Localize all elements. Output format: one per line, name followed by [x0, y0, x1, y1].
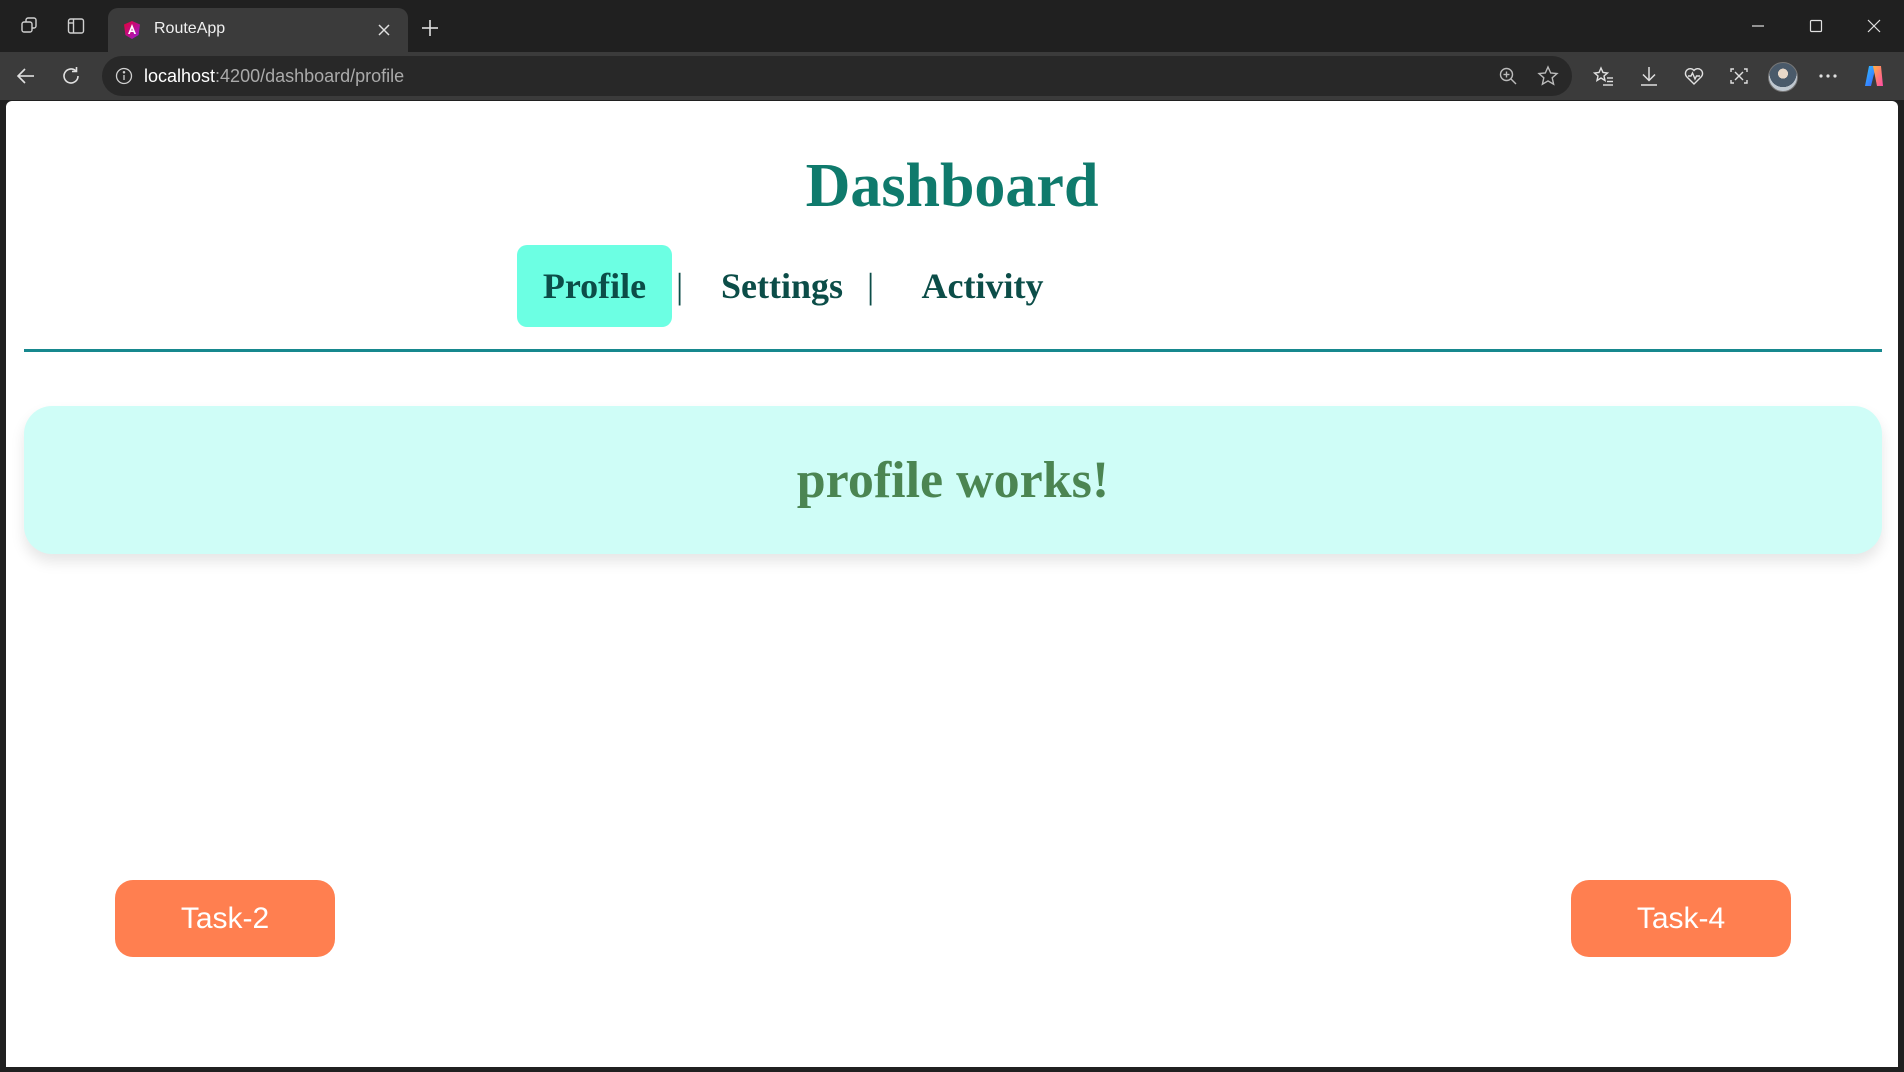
tab-settings[interactable]: Settings	[696, 245, 868, 327]
nav-separator: |	[676, 266, 684, 306]
favorite-star-icon[interactable]	[1536, 64, 1560, 88]
copilot-icon[interactable]	[1858, 60, 1890, 92]
site-info-icon[interactable]	[112, 64, 136, 88]
task-4-button[interactable]: Task-4	[1571, 880, 1791, 957]
angular-favicon-icon	[122, 20, 142, 40]
downloads-icon[interactable]	[1633, 60, 1665, 92]
refresh-icon[interactable]	[55, 60, 87, 92]
browser-tab-active[interactable]: RouteApp	[108, 8, 408, 52]
tab-profile[interactable]: Profile	[517, 245, 672, 327]
new-tab-icon[interactable]	[412, 10, 448, 46]
window-close-icon[interactable]	[1846, 6, 1902, 46]
workspaces-icon[interactable]	[12, 8, 48, 44]
favorites-icon[interactable]	[1588, 60, 1620, 92]
url-host: localhost	[144, 66, 216, 86]
browser-essentials-icon[interactable]	[1678, 60, 1710, 92]
url-path: :4200/dashboard/profile	[215, 66, 405, 86]
page-viewport: Dashboard Profile | Settings | Activity …	[6, 101, 1898, 1067]
nav-separator: |	[867, 266, 875, 306]
browser-toolbar: localhost:4200/dashboard/profile	[0, 52, 1904, 100]
page-title: Dashboard	[805, 152, 1099, 220]
profile-message: profile works!	[796, 451, 1110, 509]
address-bar[interactable]: localhost:4200/dashboard/profile	[102, 56, 1572, 96]
minimize-icon[interactable]	[1730, 6, 1786, 46]
profile-card: profile works!	[24, 406, 1882, 554]
maximize-icon[interactable]	[1788, 6, 1844, 46]
more-icon[interactable]	[1812, 60, 1844, 92]
nav-divider	[24, 349, 1882, 352]
dashboard-nav: Profile | Settings | Activity	[6, 245, 1898, 327]
tab-title: RouteApp	[154, 20, 226, 37]
vertical-tabs-icon[interactable]	[58, 8, 94, 44]
url-text[interactable]: localhost:4200/dashboard/profile	[144, 66, 404, 87]
browser-tab-bar: RouteApp	[0, 0, 1904, 52]
close-tab-icon[interactable]	[370, 16, 398, 44]
task-2-button[interactable]: Task-2	[115, 880, 335, 957]
screenshot-icon[interactable]	[1723, 60, 1755, 92]
tab-activity[interactable]: Activity	[886, 245, 1079, 327]
back-icon[interactable]	[10, 60, 42, 92]
profile-avatar[interactable]	[1768, 62, 1798, 92]
zoom-icon[interactable]	[1496, 64, 1520, 88]
